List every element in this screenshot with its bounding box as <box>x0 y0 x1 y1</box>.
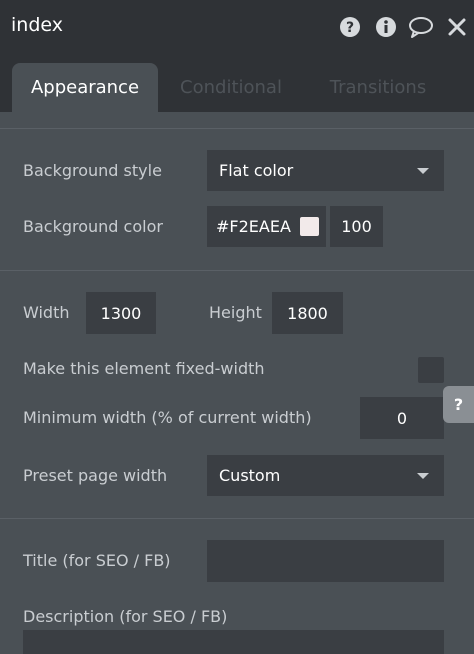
section-divider <box>0 128 474 129</box>
background-color-hex: #F2EAEA <box>216 217 291 236</box>
window-title: index <box>11 14 63 36</box>
width-input[interactable]: 1300 <box>86 292 156 334</box>
tab-appearance[interactable]: Appearance <box>12 63 158 112</box>
tab-bar: Appearance Conditional Transitions <box>0 54 474 112</box>
preset-width-dropdown[interactable]: Custom <box>207 455 444 496</box>
help-tab-button[interactable]: ? <box>443 386 474 423</box>
preset-width-value: Custom <box>219 466 281 485</box>
close-icon[interactable] <box>446 16 468 38</box>
comment-icon[interactable] <box>408 16 434 38</box>
fixed-width-checkbox[interactable] <box>418 357 444 383</box>
section-divider <box>0 270 474 271</box>
fixed-width-label: Make this element fixed-width <box>23 359 265 378</box>
chevron-down-icon <box>417 473 429 479</box>
svg-text:?: ? <box>346 20 354 36</box>
background-style-dropdown[interactable]: Flat color <box>207 150 444 191</box>
seo-title-input[interactable] <box>207 540 444 582</box>
height-input[interactable]: 1800 <box>272 292 343 334</box>
seo-description-input[interactable] <box>23 630 444 654</box>
background-style-value: Flat color <box>219 161 294 180</box>
background-opacity-input[interactable]: 100 <box>330 206 383 247</box>
info-icon[interactable] <box>375 16 397 38</box>
chevron-down-icon <box>417 168 429 174</box>
color-swatch[interactable] <box>300 217 319 236</box>
tab-transitions[interactable]: Transitions <box>318 63 438 112</box>
width-value: 1300 <box>100 303 142 323</box>
background-color-input[interactable]: #F2EAEA <box>207 206 326 247</box>
background-opacity-value: 100 <box>341 217 372 236</box>
height-value: 1800 <box>287 303 328 323</box>
seo-description-label: Description (for SEO / FB) <box>23 607 228 626</box>
section-divider <box>0 518 474 519</box>
background-style-label: Background style <box>23 161 162 180</box>
tab-conditional[interactable]: Conditional <box>170 63 292 112</box>
width-label: Width <box>23 303 70 322</box>
background-color-label: Background color <box>23 217 163 236</box>
height-label: Height <box>209 303 262 322</box>
min-width-input[interactable]: 0 <box>360 397 444 439</box>
seo-title-label: Title (for SEO / FB) <box>23 551 171 570</box>
min-width-value: 0 <box>396 408 408 428</box>
min-width-label: Minimum width (% of current width) <box>23 408 312 427</box>
title-bar: index ? <box>0 0 474 54</box>
preset-width-label: Preset page width <box>23 466 168 485</box>
help-icon[interactable]: ? <box>339 16 361 38</box>
